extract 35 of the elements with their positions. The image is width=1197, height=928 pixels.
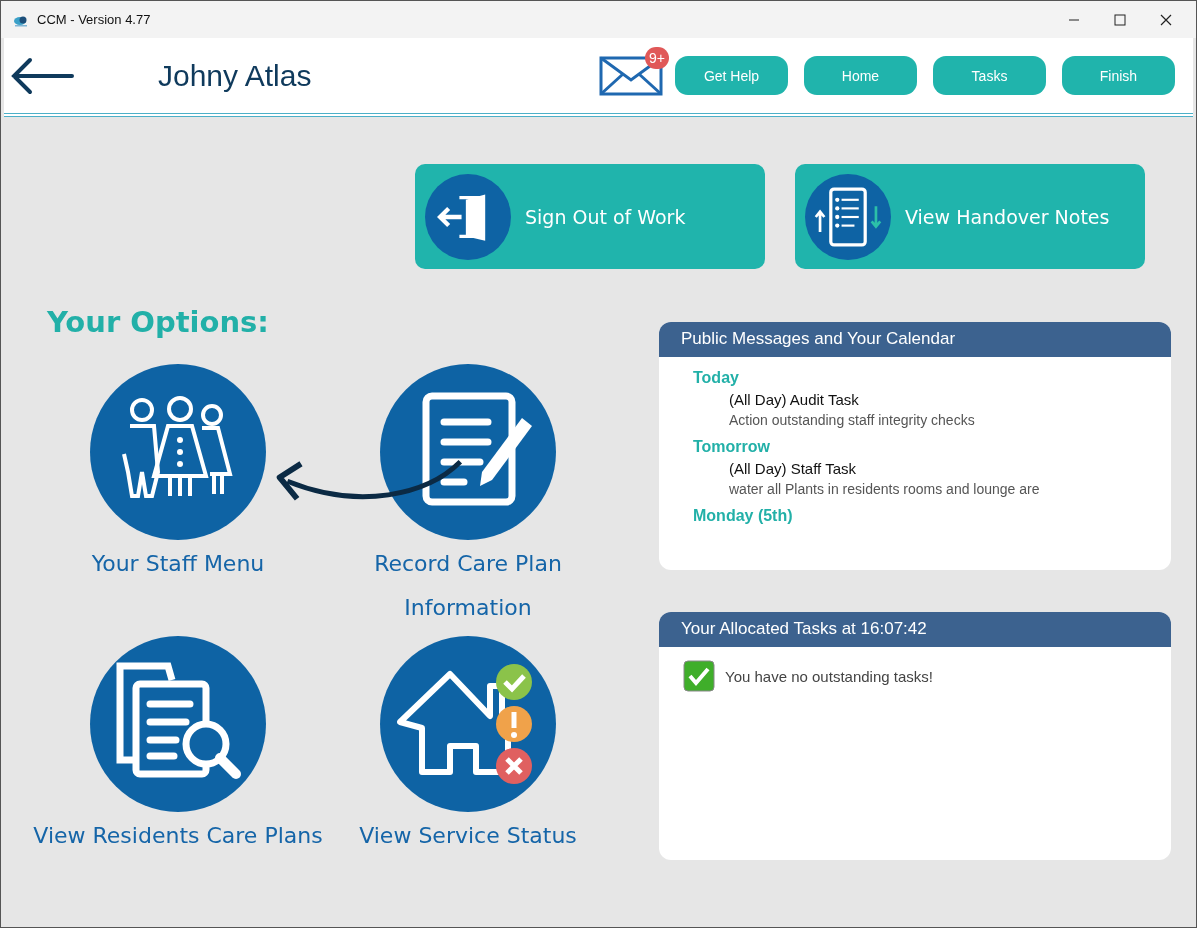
mail-icon[interactable] xyxy=(599,55,663,96)
event-detail: water all Plants in residents rooms and lounge are xyxy=(728,481,1041,497)
action-button[interactable]: View Handover Notes xyxy=(795,164,1145,269)
option-link[interactable]: View Service Status xyxy=(323,814,613,902)
event-title[interactable]: (All Day) Staff Task xyxy=(693,460,1171,477)
tablet-checklist-icon xyxy=(805,173,891,260)
checkmark-icon xyxy=(683,660,715,692)
document-pencil-icon[interactable] xyxy=(380,364,556,540)
maximize-icon[interactable] xyxy=(1114,13,1126,26)
header-button[interactable]: Finish xyxy=(1062,56,1175,95)
door-exit-icon xyxy=(425,173,511,260)
header-button[interactable]: Tasks xyxy=(933,56,1046,95)
staff-people-icon[interactable] xyxy=(90,364,266,540)
event-detail: Action outstanding staff integrity checks xyxy=(728,412,976,428)
calendar-day: Monday (5th) xyxy=(693,507,1171,525)
window-title: CCM - Version 4.77 xyxy=(37,12,151,27)
back-arrow-icon[interactable] xyxy=(10,55,74,96)
house-status-icon[interactable] xyxy=(380,636,556,812)
documents-magnifier-icon[interactable] xyxy=(90,636,266,812)
close-icon[interactable] xyxy=(1160,13,1172,26)
tasks-message: You have no outstanding tasks! xyxy=(725,667,933,685)
calendar-day: Tomorrow xyxy=(693,438,1171,456)
panel-header: Your Allocated Tasks at 16:07:42 xyxy=(659,612,1171,647)
action-button[interactable]: Sign Out of Work xyxy=(415,164,765,269)
header-button[interactable]: Get Help xyxy=(675,56,788,95)
event-title[interactable]: (All Day) Audit Task xyxy=(693,391,1171,408)
option-link[interactable]: View Residents Care Plans xyxy=(33,814,323,902)
calendar-day: Today xyxy=(693,369,1171,387)
panel-header: Public Messages and Your Calendar xyxy=(659,322,1171,357)
header-button[interactable]: Home xyxy=(804,56,917,95)
section-heading: Your Options: xyxy=(47,305,270,339)
notification-badge: 9+ xyxy=(645,46,669,69)
option-link[interactable]: Record Care Plan Information xyxy=(323,542,613,630)
user-name: Johny Atlas xyxy=(158,58,312,93)
option-link[interactable]: Your Staff Menu xyxy=(33,542,323,630)
